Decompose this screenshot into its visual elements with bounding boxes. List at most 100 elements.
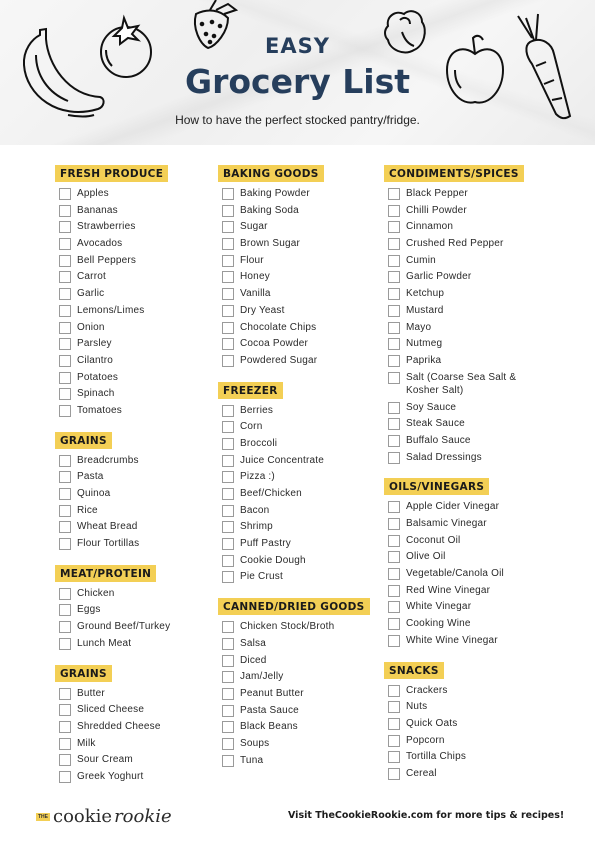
checkbox[interactable] xyxy=(388,518,400,530)
list-item[interactable]: Nuts xyxy=(384,700,549,717)
checkbox[interactable] xyxy=(59,737,71,750)
list-item[interactable]: Juice Concentrate xyxy=(218,454,383,471)
list-item[interactable]: Steak Sauce xyxy=(384,417,549,434)
checkbox[interactable] xyxy=(222,538,234,551)
list-item[interactable]: Milk xyxy=(55,737,220,754)
list-item[interactable]: Pasta Sauce xyxy=(218,704,383,721)
list-item[interactable]: Pizza :) xyxy=(218,470,383,487)
checkbox[interactable] xyxy=(222,304,234,317)
list-item[interactable]: Quinoa xyxy=(55,487,220,504)
list-item[interactable]: Tomatoes xyxy=(55,404,220,421)
list-item[interactable]: Chicken xyxy=(55,587,220,604)
list-item[interactable]: Bananas xyxy=(55,204,220,221)
list-item[interactable]: Strawberries xyxy=(55,220,220,237)
list-item[interactable]: Popcorn xyxy=(384,734,549,751)
list-item[interactable]: Baking Soda xyxy=(218,204,383,221)
checkbox[interactable] xyxy=(59,338,71,351)
list-item[interactable]: Berries xyxy=(218,404,383,421)
list-item[interactable]: Olive Oil xyxy=(384,550,549,567)
list-item[interactable]: Dry Yeast xyxy=(218,304,383,321)
checkbox[interactable] xyxy=(222,571,234,584)
checkbox[interactable] xyxy=(59,371,71,384)
list-item[interactable]: Black Beans xyxy=(218,720,383,737)
checkbox[interactable] xyxy=(388,321,400,334)
checkbox[interactable] xyxy=(59,204,71,217)
checkbox[interactable] xyxy=(388,354,400,367)
checkbox[interactable] xyxy=(59,321,71,334)
list-item[interactable]: Shrimp xyxy=(218,520,383,537)
checkbox[interactable] xyxy=(388,717,400,730)
list-item[interactable]: Sugar xyxy=(218,220,383,237)
checkbox[interactable] xyxy=(59,288,71,301)
checkbox[interactable] xyxy=(388,501,400,514)
checkbox[interactable] xyxy=(59,271,71,284)
list-item[interactable]: Ground Beef/Turkey xyxy=(55,620,220,637)
list-item[interactable]: Cumin xyxy=(384,254,549,271)
checkbox[interactable] xyxy=(388,534,400,547)
list-item[interactable]: Garlic Powder xyxy=(384,270,549,287)
checkbox[interactable] xyxy=(388,371,400,384)
checkbox[interactable] xyxy=(388,204,400,217)
list-item[interactable]: Avocados xyxy=(55,237,220,254)
list-item[interactable]: Puff Pastry xyxy=(218,537,383,554)
checkbox[interactable] xyxy=(388,767,400,780)
checkbox[interactable] xyxy=(222,188,234,200)
list-item[interactable]: Jam/Jelly xyxy=(218,670,383,687)
list-item[interactable]: Paprika xyxy=(384,354,549,371)
checkbox[interactable] xyxy=(59,238,71,251)
list-item[interactable]: Parsley xyxy=(55,337,220,354)
checkbox[interactable] xyxy=(59,720,71,733)
list-item[interactable]: Black Pepper xyxy=(384,187,549,204)
checkbox[interactable] xyxy=(388,551,400,564)
list-item[interactable]: Spinach xyxy=(55,387,220,404)
checkbox[interactable] xyxy=(222,204,234,217)
checkbox[interactable] xyxy=(59,388,71,401)
list-item[interactable]: Wheat Bread xyxy=(55,520,220,537)
checkbox[interactable] xyxy=(388,634,400,647)
list-item[interactable]: Cereal xyxy=(384,767,549,784)
checkbox[interactable] xyxy=(222,721,234,734)
checkbox[interactable] xyxy=(59,221,71,234)
list-item[interactable]: Mustard xyxy=(384,304,549,321)
checkbox[interactable] xyxy=(388,288,400,301)
list-item[interactable]: Coconut Oil xyxy=(384,534,549,551)
list-item[interactable]: Eggs xyxy=(55,603,220,620)
list-item[interactable]: Cilantro xyxy=(55,354,220,371)
checkbox[interactable] xyxy=(222,554,234,567)
list-item[interactable]: Cocoa Powder xyxy=(218,337,383,354)
checkbox[interactable] xyxy=(59,538,71,551)
checkbox[interactable] xyxy=(222,321,234,334)
list-item[interactable]: White Wine Vinegar xyxy=(384,634,549,651)
checkbox[interactable] xyxy=(388,751,400,764)
checkbox[interactable] xyxy=(222,504,234,517)
checkbox[interactable] xyxy=(59,521,71,534)
list-item[interactable]: Sour Cream xyxy=(55,753,220,770)
checkbox[interactable] xyxy=(222,221,234,234)
checkbox[interactable] xyxy=(222,488,234,500)
list-item[interactable]: Salt (Coarse Sea Salt & Kosher Salt) xyxy=(384,371,549,401)
list-item[interactable]: Apple Cider Vinegar xyxy=(384,500,549,517)
list-item[interactable]: Red Wine Vinegar xyxy=(384,584,549,601)
checkbox[interactable] xyxy=(388,434,400,447)
checkbox[interactable] xyxy=(222,687,234,700)
checkbox[interactable] xyxy=(222,637,234,650)
checkbox[interactable] xyxy=(222,254,234,267)
list-item[interactable]: Lemons/Limes xyxy=(55,304,220,321)
list-item[interactable]: Diced xyxy=(218,654,383,671)
checkbox[interactable] xyxy=(222,404,234,417)
checkbox[interactable] xyxy=(59,621,71,634)
list-item[interactable]: Flour Tortillas xyxy=(55,537,220,554)
checkbox[interactable] xyxy=(222,354,234,367)
list-item[interactable]: Balsamic Vinegar xyxy=(384,517,549,534)
list-item[interactable]: Vegetable/Canola Oil xyxy=(384,567,549,584)
list-item[interactable]: Cinnamon xyxy=(384,220,549,237)
checkbox[interactable] xyxy=(388,188,400,200)
list-item[interactable]: Tortilla Chips xyxy=(384,750,549,767)
list-item[interactable]: Carrot xyxy=(55,270,220,287)
list-item[interactable]: Garlic xyxy=(55,287,220,304)
checkbox[interactable] xyxy=(222,471,234,484)
list-item[interactable]: Buffalo Sauce xyxy=(384,434,549,451)
checkbox[interactable] xyxy=(59,587,71,600)
checkbox[interactable] xyxy=(388,221,400,234)
list-item[interactable]: Shredded Cheese xyxy=(55,720,220,737)
